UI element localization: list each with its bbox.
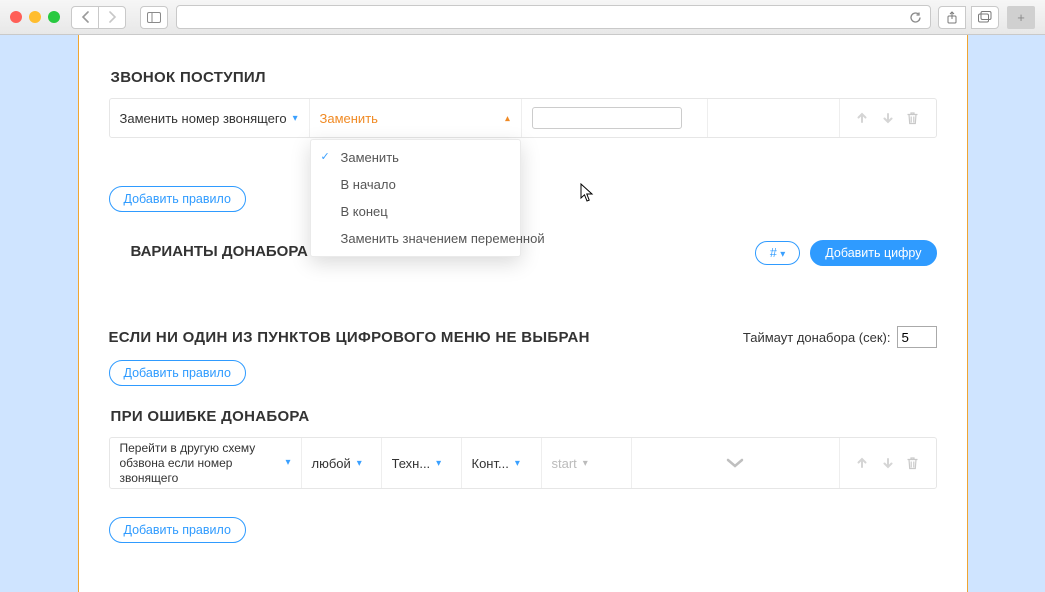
share-button[interactable] xyxy=(938,6,966,29)
back-button[interactable] xyxy=(71,6,99,29)
trash-icon xyxy=(906,111,919,125)
dropdown-option[interactable]: В конец xyxy=(311,198,520,225)
rule-field-select[interactable]: Заменить номер звонящего ▾ xyxy=(120,111,298,126)
nav-back-forward xyxy=(72,6,126,29)
chevron-down-icon: ▾ xyxy=(285,457,290,470)
rule-value-cell xyxy=(522,99,708,137)
chevron-down-icon: ▾ xyxy=(515,458,520,469)
section-variants-title: ВАРИАНТЫ ДОНАБОРА xyxy=(131,243,308,260)
move-up-button[interactable] xyxy=(850,456,875,470)
forward-button[interactable] xyxy=(98,6,126,29)
dropdown-option[interactable]: ✓ Заменить xyxy=(311,144,520,171)
err-action-select[interactable]: Перейти в другую схему обзвона если номе… xyxy=(120,441,291,486)
add-rule-button[interactable]: Добавить правило xyxy=(109,360,246,386)
sidebar-toggle-button[interactable] xyxy=(140,6,168,29)
chevron-down-icon: ▾ xyxy=(293,113,298,124)
err-p1-cell: Техн... ▾ xyxy=(382,438,462,488)
rule-op-select[interactable]: Заменить ▾ xyxy=(320,111,511,126)
hash-select[interactable]: # ▾ xyxy=(755,241,800,265)
err-p2-cell: Конт... ▾ xyxy=(462,438,542,488)
new-tab-button[interactable]: + xyxy=(1007,6,1035,29)
dropdown-option-label: В конец xyxy=(341,204,388,219)
add-digit-button[interactable]: Добавить цифру xyxy=(810,240,936,266)
hash-label: # xyxy=(770,246,777,260)
rule-row-error: Перейти в другую схему обзвона если номе… xyxy=(109,437,937,489)
err-expand-cell xyxy=(632,438,840,488)
err-cond-select[interactable]: любой ▾ xyxy=(312,456,362,471)
section-incoming-title: ЗВОНОК ПОСТУПИЛ xyxy=(111,69,937,86)
dropdown-option[interactable]: Заменить значением переменной xyxy=(311,225,520,252)
address-bar[interactable] xyxy=(176,5,931,29)
expand-button[interactable] xyxy=(726,457,744,469)
timeout-field: Таймаут донабора (сек): xyxy=(743,326,937,348)
err-p2-label: Конт... xyxy=(472,456,509,471)
tabs-button[interactable] xyxy=(971,6,999,29)
arrow-up-icon xyxy=(855,111,869,125)
check-icon: ✓ xyxy=(321,150,330,163)
section-error-title: ПРИ ОШИБКЕ ДОНАБОРА xyxy=(111,408,937,425)
trash-icon xyxy=(906,456,919,470)
rule-op-dropdown: ✓ Заменить В начало В конец Заменить зна… xyxy=(310,139,521,257)
rule-field-cell: Заменить номер звонящего ▾ xyxy=(110,99,310,137)
err-action-cell: Перейти в другую схему обзвона если номе… xyxy=(110,438,302,488)
err-p3-cell: start ▾ xyxy=(542,438,632,488)
err-p1-select[interactable]: Техн... ▾ xyxy=(392,456,442,471)
rule-actions xyxy=(840,99,936,137)
err-actions xyxy=(840,438,936,488)
minimize-window-icon[interactable] xyxy=(29,11,41,23)
rule-op-label: Заменить xyxy=(320,111,378,126)
err-cond-label: любой xyxy=(312,456,351,471)
rule-op-cell: Заменить ▾ ✓ Заменить В начало В конец xyxy=(310,99,522,137)
chevron-down-icon xyxy=(726,457,744,469)
move-down-button[interactable] xyxy=(875,111,900,125)
err-p3-label: start xyxy=(552,456,577,471)
arrow-up-icon xyxy=(855,456,869,470)
err-p2-select[interactable]: Конт... ▾ xyxy=(472,456,520,471)
chevron-down-icon: ▾ xyxy=(583,458,588,469)
reload-icon xyxy=(909,11,922,24)
err-cond-cell: любой ▾ xyxy=(302,438,382,488)
viewport: ЗВОНОК ПОСТУПИЛ Заменить номер звонящего… xyxy=(0,35,1045,592)
chevron-down-icon: ▾ xyxy=(436,458,441,469)
chevron-down-icon: ▾ xyxy=(780,249,785,260)
rule-row-incoming: Заменить номер звонящего ▾ Заменить ▾ ✓ … xyxy=(109,98,937,138)
arrow-down-icon xyxy=(881,111,895,125)
dropdown-option-label: Заменить значением переменной xyxy=(341,231,545,246)
err-action-label: Перейти в другую схему обзвона если номе… xyxy=(120,441,280,486)
delete-button[interactable] xyxy=(900,456,925,470)
err-p1-label: Техн... xyxy=(392,456,431,471)
window-controls xyxy=(10,11,60,23)
maximize-window-icon[interactable] xyxy=(48,11,60,23)
timeout-label: Таймаут донабора (сек): xyxy=(743,330,891,345)
chevron-up-icon: ▾ xyxy=(505,113,510,124)
delete-button[interactable] xyxy=(900,111,925,125)
dropdown-option[interactable]: В начало xyxy=(311,171,520,198)
dropdown-option-label: В начало xyxy=(341,177,396,192)
move-down-button[interactable] xyxy=(875,456,900,470)
err-p3-select[interactable]: start ▾ xyxy=(552,456,588,471)
section-none-title: ЕСЛИ НИ ОДИН ИЗ ПУНКТОВ ЦИФРОВОГО МЕНЮ Н… xyxy=(109,329,590,346)
add-rule-button[interactable]: Добавить правило xyxy=(109,186,246,212)
arrow-down-icon xyxy=(881,456,895,470)
rule-spacer xyxy=(708,99,840,137)
rule-field-label: Заменить номер звонящего xyxy=(120,111,287,126)
move-up-button[interactable] xyxy=(850,111,875,125)
close-window-icon[interactable] xyxy=(10,11,22,23)
timeout-input[interactable] xyxy=(897,326,937,348)
chevron-down-icon: ▾ xyxy=(357,458,362,469)
add-rule-button[interactable]: Добавить правило xyxy=(109,517,246,543)
rule-value-input[interactable] xyxy=(532,107,682,129)
dropdown-option-label: Заменить xyxy=(341,150,399,165)
toolbar-right xyxy=(939,6,999,29)
browser-toolbar: + xyxy=(0,0,1045,35)
page-content: ЗВОНОК ПОСТУПИЛ Заменить номер звонящего… xyxy=(78,35,968,592)
